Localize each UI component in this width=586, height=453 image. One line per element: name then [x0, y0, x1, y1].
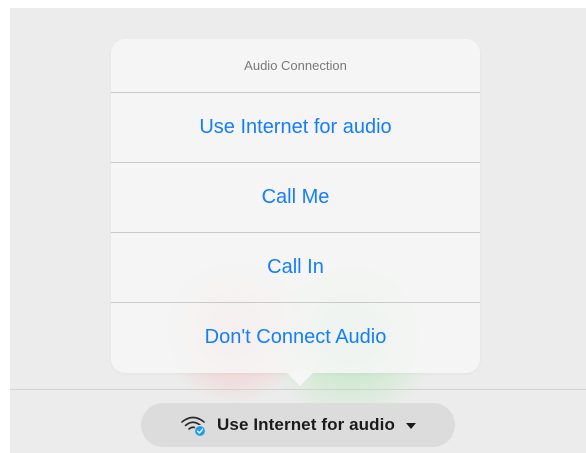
option-use-internet-audio[interactable]: Use Internet for audio — [111, 93, 480, 163]
option-dont-connect-audio[interactable]: Don't Connect Audio — [111, 303, 480, 372]
wifi-audio-icon — [180, 412, 208, 438]
top-margin — [10, 0, 586, 8]
option-call-me[interactable]: Call Me — [111, 163, 480, 233]
audio-connection-button[interactable]: Use Internet for audio — [141, 403, 455, 447]
caret-down-icon — [405, 423, 416, 429]
popover-title: Audio Connection — [111, 39, 480, 93]
toolbar-divider — [10, 389, 586, 390]
audio-button-label: Use Internet for audio — [217, 415, 395, 434]
audio-connection-popover: Audio Connection Use Internet for audio … — [111, 39, 480, 373]
option-call-in[interactable]: Call In — [111, 233, 480, 303]
popover-arrow — [286, 372, 314, 386]
